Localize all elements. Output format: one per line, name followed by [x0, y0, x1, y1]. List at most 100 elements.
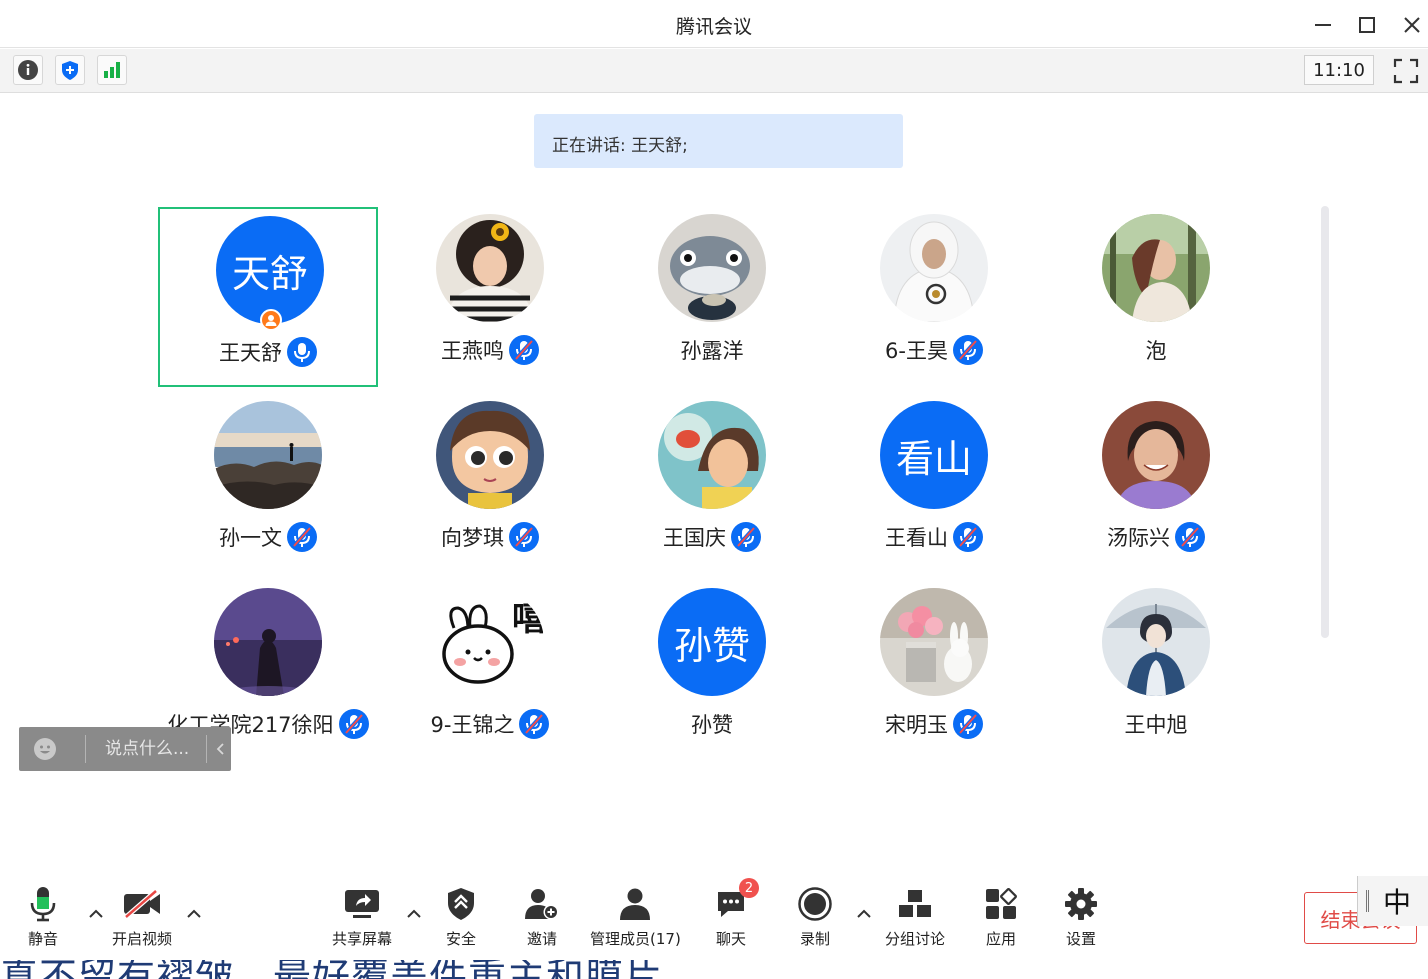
- mic-muted-indicator: [338, 709, 369, 739]
- network-status-button[interactable]: [97, 55, 127, 85]
- security-label: 安全: [446, 930, 477, 948]
- participant-tile[interactable]: 王中旭: [1046, 581, 1266, 761]
- participant-tile[interactable]: 孙露洋: [602, 207, 822, 387]
- meeting-window: 腾讯会议 11:10 正在讲话: 王天舒; 天舒 王天舒 王燕鸣 孙露洋 6-王…: [0, 0, 1428, 979]
- avatar: 嘻: [436, 588, 544, 696]
- participant-tile[interactable]: 看山王看山: [824, 394, 1044, 574]
- meeting-toolbar: 静音 开启视频 共享屏幕 安全 邀请 管理成员(17) 2 聊天 录制 分组讨论…: [0, 878, 1428, 960]
- mute-options-caret-icon[interactable]: [88, 908, 104, 920]
- chat-button[interactable]: 2 聊天: [715, 878, 759, 949]
- microphone-muted-icon: [736, 526, 756, 548]
- host-badge: [260, 309, 282, 331]
- participant-tile[interactable]: 向梦琪: [380, 394, 600, 574]
- share-screen-button[interactable]: 共享屏幕: [332, 884, 392, 949]
- security-status-button[interactable]: [55, 55, 85, 85]
- participant-tile[interactable]: 宋明玉: [824, 581, 1044, 761]
- mic-muted-indicator: [953, 522, 983, 552]
- participant-tile[interactable]: 泡: [1046, 207, 1266, 387]
- participant-name-row: 向梦琪: [380, 522, 600, 552]
- chat-label: 聊天: [715, 930, 746, 948]
- fullscreen-button[interactable]: [1392, 57, 1420, 85]
- participant-name-row: 王中旭: [1046, 709, 1266, 739]
- participant-tile[interactable]: 汤际兴: [1046, 394, 1266, 574]
- share-screen-icon: [345, 890, 379, 918]
- grid-scrollbar[interactable]: [1321, 206, 1329, 638]
- mic-muted-indicator: [519, 709, 550, 739]
- participant-name-row: 6-王昊: [824, 335, 1044, 365]
- breakout-rooms-icon: [899, 890, 931, 917]
- participant-tile[interactable]: 嘻 9-王锦之: [380, 581, 600, 761]
- divider: [85, 735, 86, 763]
- quick-chat-bar: [19, 727, 231, 771]
- participant-name-row: 王国庆: [602, 522, 822, 552]
- participant-name: 向梦琪: [441, 526, 504, 550]
- close-icon: [1404, 17, 1420, 33]
- participant-name-row: 汤际兴: [1046, 522, 1266, 552]
- participant-tile[interactable]: 王燕鸣: [380, 207, 600, 387]
- title-bar: 腾讯会议: [0, 0, 1428, 48]
- participant-name: 王燕鸣: [441, 339, 504, 363]
- record-button[interactable]: 录制: [797, 884, 833, 949]
- mute-button[interactable]: 静音: [28, 884, 58, 949]
- avatar-photo: [880, 588, 988, 696]
- microphone-muted-icon: [958, 526, 978, 548]
- avatar: 孙赞: [658, 588, 766, 696]
- avatar-photo: [436, 401, 544, 509]
- background-document-text: 真不留有褶皱，最好覆盖件重主和膜片。: [0, 960, 702, 979]
- ime-indicator[interactable]: 中: [1357, 876, 1428, 926]
- avatar-photo: [880, 214, 988, 322]
- avatar-photo: [214, 401, 322, 509]
- info-bar: 11:10: [0, 49, 1428, 93]
- meeting-clock: 11:10: [1304, 55, 1374, 85]
- microphone-muted-icon: [958, 713, 978, 735]
- avatar: [436, 214, 544, 322]
- record-options-caret-icon[interactable]: [856, 908, 872, 920]
- avatar: [658, 401, 766, 509]
- avatar-photo: [1102, 214, 1210, 322]
- participant-tile[interactable]: 孙赞 孙赞: [602, 581, 822, 761]
- avatar: [1102, 401, 1210, 509]
- microphone-muted-icon: [958, 339, 978, 361]
- gear-icon: [1065, 888, 1097, 920]
- shield-icon: [448, 888, 474, 920]
- participant-tile[interactable]: 天舒 王天舒: [158, 207, 378, 387]
- background-document-strip: 真不留有褶皱，最好覆盖件重主和膜片。: [0, 960, 1428, 979]
- breakout-rooms-button[interactable]: 分组讨论: [885, 884, 945, 949]
- apps-button[interactable]: 应用: [984, 884, 1018, 949]
- video-options-caret-icon[interactable]: [186, 908, 202, 920]
- microphone-muted-icon: [514, 339, 534, 361]
- avatar-photo: [436, 214, 544, 322]
- maximize-icon: [1359, 17, 1375, 33]
- participant-tile[interactable]: 王国庆: [602, 394, 822, 574]
- maximize-button[interactable]: [1352, 10, 1382, 40]
- settings-button[interactable]: 设置: [1064, 884, 1098, 949]
- participant-name-row: 王燕鸣: [380, 335, 600, 365]
- start-video-button[interactable]: 开启视频: [112, 884, 172, 949]
- share-options-caret-icon[interactable]: [406, 908, 422, 920]
- quick-chat-input[interactable]: [93, 733, 199, 765]
- chevron-left-icon[interactable]: [212, 737, 228, 761]
- participant-name: 王看山: [885, 526, 948, 550]
- participant-tile[interactable]: 6-王昊: [824, 207, 1044, 387]
- participant-name-row: 9-王锦之: [380, 709, 600, 739]
- emoji-icon[interactable]: [33, 737, 57, 761]
- close-button[interactable]: [1397, 10, 1427, 40]
- participant-name: 王国庆: [663, 526, 726, 550]
- video-off-icon: [124, 889, 160, 919]
- breakout-rooms-label: 分组讨论: [885, 930, 946, 948]
- fullscreen-icon: [1393, 58, 1419, 84]
- minimize-icon: [1315, 24, 1331, 26]
- avatar: [214, 401, 322, 509]
- minimize-button[interactable]: [1308, 10, 1338, 40]
- meeting-info-button[interactable]: [13, 55, 43, 85]
- participant-name: 宋明玉: [885, 713, 948, 737]
- info-icon: [18, 60, 38, 80]
- security-button[interactable]: 安全: [446, 884, 476, 949]
- participant-name: 6-王昊: [885, 339, 948, 363]
- invite-button[interactable]: 邀请: [524, 884, 560, 949]
- avatar: 看山: [880, 401, 988, 509]
- chat-unread-badge: 2: [739, 878, 759, 898]
- manage-members-button[interactable]: 管理成员(17): [590, 884, 681, 949]
- svg-text:嘻: 嘻: [512, 599, 544, 639]
- participant-tile[interactable]: 孙一文: [158, 394, 378, 574]
